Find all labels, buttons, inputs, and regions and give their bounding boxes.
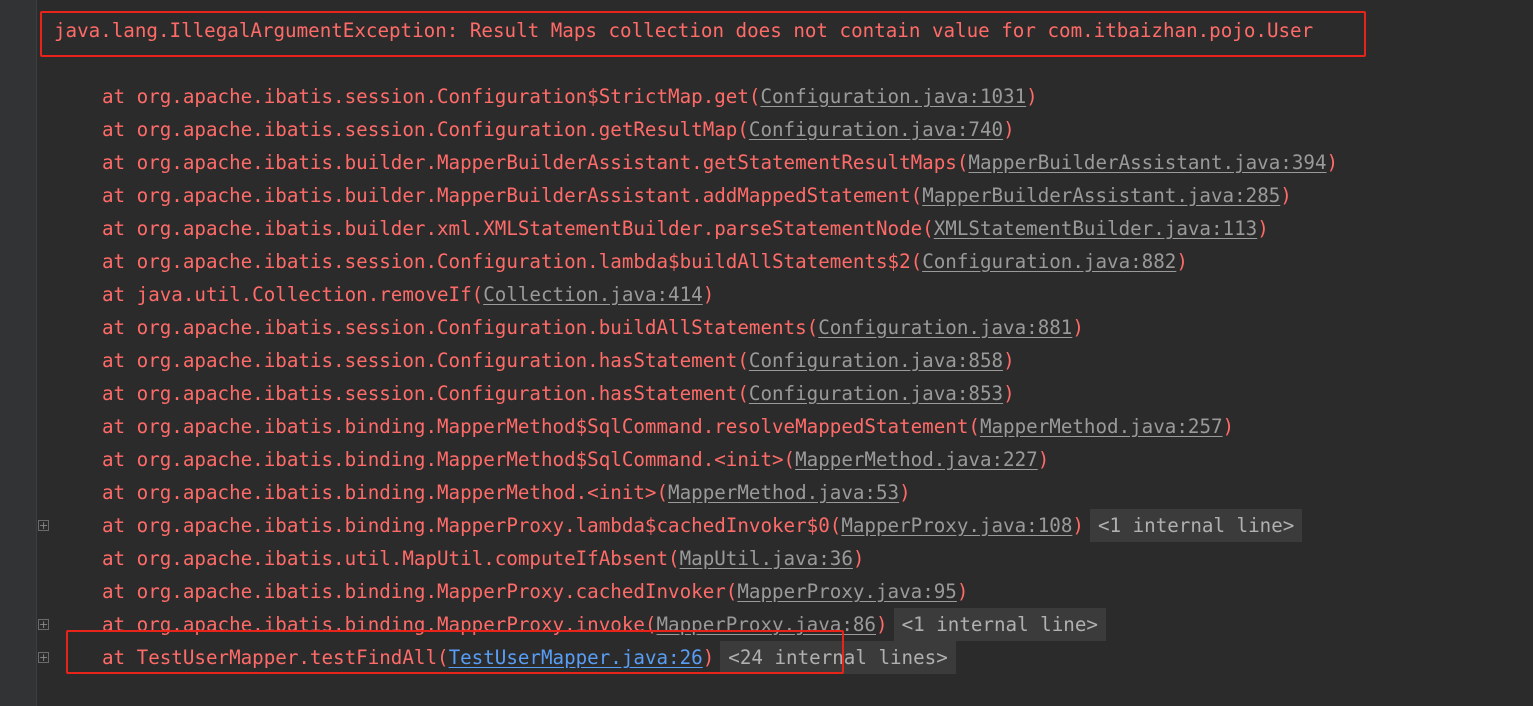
stack-frame: at org.apache.ibatis.session.Configurati… <box>102 311 1084 344</box>
expand-icon[interactable]: + <box>38 652 49 663</box>
stack-frame-close-paren: ) <box>1280 184 1292 207</box>
source-link[interactable]: Configuration.java:853 <box>749 382 1003 405</box>
source-link[interactable]: XMLStatementBuilder.java:113 <box>934 217 1257 240</box>
stack-frame: at org.apache.ibatis.session.Configurati… <box>102 80 1038 113</box>
source-link[interactable]: Configuration.java:740 <box>749 118 1003 141</box>
stack-frame-method: at org.apache.ibatis.session.Configurati… <box>102 85 761 108</box>
source-link[interactable]: Configuration.java:881 <box>818 316 1072 339</box>
expand-icon[interactable]: + <box>38 619 49 630</box>
stack-frame: at org.apache.ibatis.binding.MapperProxy… <box>102 509 1303 542</box>
stack-frame-close-paren: ) <box>1037 448 1050 471</box>
stack-frame: at org.apache.ibatis.binding.MapperProxy… <box>102 575 968 608</box>
stack-frame-close-paren: ) <box>1326 151 1339 174</box>
stack-frame-method: at org.apache.ibatis.session.Configurati… <box>102 118 749 141</box>
source-link[interactable]: MapUtil.java:36 <box>680 547 853 570</box>
source-link[interactable]: Configuration.java:858 <box>749 349 1003 372</box>
stack-frame-method: at org.apache.ibatis.binding.MapperMetho… <box>102 448 796 471</box>
run-console-output: java.lang.IllegalArgumentException: Resu… <box>37 0 1533 706</box>
stack-frame-method: at org.apache.ibatis.session.Configurati… <box>102 250 923 273</box>
stack-frame-method: at org.apache.ibatis.binding.MapperProxy… <box>102 514 842 537</box>
internal-lines-fold[interactable]: <1 internal line> <box>1089 509 1303 542</box>
stack-frame: at org.apache.ibatis.builder.MapperBuild… <box>102 146 1338 179</box>
stack-frame-method: at org.apache.ibatis.session.Configurati… <box>102 316 819 339</box>
source-link[interactable]: Collection.java:414 <box>483 283 703 306</box>
stack-frame: at org.apache.ibatis.session.Configurati… <box>102 344 1015 377</box>
stack-frame: at org.apache.ibatis.builder.xml.XMLStat… <box>102 212 1269 245</box>
stack-frame-method: at org.apache.ibatis.binding.MapperProxy… <box>102 580 738 603</box>
stack-frame: at java.util.Collection.removeIf(Collect… <box>102 278 714 311</box>
stack-frame-method: at org.apache.ibatis.session.Configurati… <box>102 349 749 372</box>
stack-frame-close-paren: ) <box>1072 316 1084 339</box>
stack-frame-method: at org.apache.ibatis.binding.MapperMetho… <box>102 415 980 438</box>
stack-frame-close-paren: ) <box>1003 118 1015 141</box>
stack-frame-method: at org.apache.ibatis.session.Configurati… <box>102 382 749 405</box>
source-link[interactable]: MapperBuilderAssistant.java:394 <box>968 151 1326 174</box>
stack-frame: at org.apache.ibatis.session.Configurati… <box>102 113 1015 146</box>
stack-frame-close-paren: ) <box>1257 217 1269 240</box>
stack-frame-close-paren: ) <box>956 580 969 603</box>
stack-frame: at org.apache.ibatis.builder.MapperBuild… <box>102 179 1292 212</box>
source-link[interactable]: Configuration.java:882 <box>922 250 1176 273</box>
console-gutter <box>0 0 37 706</box>
expand-icon[interactable]: + <box>38 520 49 531</box>
stack-frame-method: at org.apache.ibatis.util.MapUtil.comput… <box>102 547 680 570</box>
internal-lines-fold[interactable]: <1 internal line> <box>893 608 1106 641</box>
exception-highlight-box <box>40 11 1366 57</box>
stack-frame-close-paren: ) <box>1003 382 1015 405</box>
stack-frame: at org.apache.ibatis.session.Configurati… <box>102 245 1188 278</box>
stack-frame-method: at java.util.Collection.removeIf( <box>102 283 484 306</box>
stack-frame-close-paren: ) <box>852 547 865 570</box>
stack-frame: at org.apache.ibatis.binding.MapperMetho… <box>102 443 1049 476</box>
stack-frame-close-paren: ) <box>1072 514 1084 537</box>
source-link[interactable]: MapperMethod.java:227 <box>795 448 1038 471</box>
stack-frame: at org.apache.ibatis.binding.MapperMetho… <box>102 476 911 509</box>
stack-frame-close-paren: ) <box>876 613 888 636</box>
source-link[interactable]: MapperMethod.java:257 <box>980 415 1223 438</box>
stack-frame: at org.apache.ibatis.util.MapUtil.comput… <box>102 542 864 575</box>
stack-frame-method: at org.apache.ibatis.binding.MapperMetho… <box>102 481 669 504</box>
stack-frame-close-paren: ) <box>899 481 911 504</box>
source-link[interactable]: MapperBuilderAssistant.java:285 <box>922 184 1280 207</box>
stack-frame: at org.apache.ibatis.binding.MapperMetho… <box>102 410 1234 443</box>
stack-frame-close-paren: ) <box>702 283 715 306</box>
source-link[interactable]: MapperMethod.java:53 <box>668 481 899 504</box>
stack-frame-close-paren: ) <box>1026 85 1038 108</box>
source-link[interactable]: MapperProxy.java:95 <box>737 580 957 603</box>
stack-frame-method: at org.apache.ibatis.builder.MapperBuild… <box>102 184 923 207</box>
stack-frame-method: at org.apache.ibatis.builder.MapperBuild… <box>102 151 969 174</box>
stack-frame-close-paren: ) <box>1176 250 1188 273</box>
stack-frame-close-paren: ) <box>1222 415 1235 438</box>
stack-frame-method: at org.apache.ibatis.builder.xml.XMLStat… <box>102 217 934 240</box>
source-link[interactable]: MapperProxy.java:108 <box>841 514 1072 537</box>
stack-frame: at org.apache.ibatis.session.Configurati… <box>102 377 1015 410</box>
stack-frame-close-paren: ) <box>1003 349 1015 372</box>
source-link[interactable]: Configuration.java:1031 <box>760 85 1026 108</box>
test-frame-highlight-box <box>66 630 844 674</box>
